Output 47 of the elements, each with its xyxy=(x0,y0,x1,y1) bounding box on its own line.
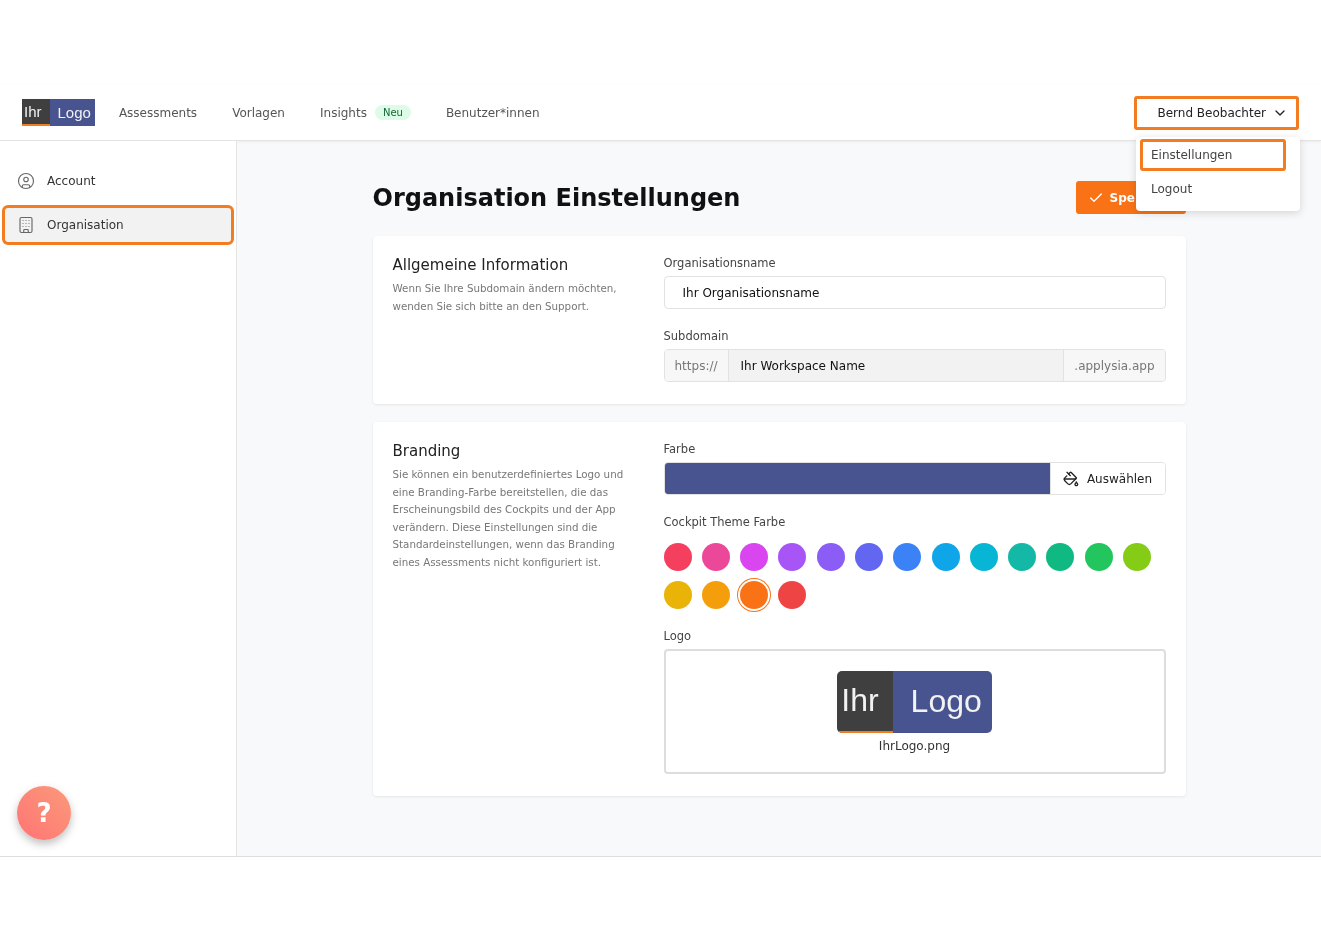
user-icon xyxy=(17,172,35,190)
nav-link[interactable]: Benutzer*innen xyxy=(445,105,540,120)
nav-link[interactable]: Assessments xyxy=(118,105,198,120)
section-description: Wenn Sie Ihre Subdomain ändern möchten, wenden Sie sich bitte an den Support. xyxy=(392,281,618,314)
color-option[interactable] xyxy=(969,543,998,571)
color-option[interactable] xyxy=(1123,543,1152,571)
color-option[interactable] xyxy=(778,543,807,571)
section-title: Branding xyxy=(392,442,462,460)
color-option[interactable] xyxy=(740,581,769,609)
user-menu-button[interactable]: Bernd Beobachter xyxy=(1134,95,1299,130)
input-field[interactable]: Ihr Organisationsname xyxy=(663,276,1166,309)
building-icon xyxy=(17,216,35,234)
logo-upload[interactable]: Ihr Logo IhrLogo.png xyxy=(663,649,1166,774)
color-option[interactable] xyxy=(1046,543,1075,571)
sidebar-item[interactable]: Organisation xyxy=(2,205,234,245)
section-title: Allgemeine Information xyxy=(392,256,570,274)
paint-icon xyxy=(1062,470,1079,487)
color-option[interactable] xyxy=(740,543,769,571)
field-label: Subdomain xyxy=(663,329,730,343)
menu-item[interactable]: Einstellungen xyxy=(1140,139,1286,171)
color-option[interactable] xyxy=(778,581,807,609)
nav-link[interactable]: Insights xyxy=(320,105,367,120)
logo: Ihr Logo xyxy=(22,99,95,126)
color-swatch[interactable] xyxy=(664,463,1050,494)
sidebar-item[interactable]: Account xyxy=(2,161,234,201)
color-option[interactable] xyxy=(931,543,960,571)
color-option[interactable] xyxy=(816,543,845,571)
color-option[interactable] xyxy=(663,581,692,609)
new-badge: Neu xyxy=(374,105,411,120)
field-label: Logo xyxy=(663,629,693,643)
color-option[interactable] xyxy=(663,543,692,571)
choose-button[interactable]: Auswählen xyxy=(1049,463,1165,494)
nav-link[interactable]: Vorlagen xyxy=(232,105,285,120)
color-option[interactable] xyxy=(1008,543,1037,571)
file-name: IhrLogo.png xyxy=(878,738,951,753)
color-option[interactable] xyxy=(1084,543,1113,571)
field-label: Organisationsname xyxy=(663,256,777,270)
logo-preview: Ihr Logo xyxy=(837,670,992,733)
page-title: Organisation Einstellungen xyxy=(372,183,741,212)
color-option[interactable] xyxy=(701,581,730,609)
color-option[interactable] xyxy=(893,543,922,571)
section-description: Sie können ein benutzerdefiniertes Logo und eine Branding-Farbe bereitstellen, die das Erscheinungsbild des Cockpits und der App verändern. Diese Einstellungen sind die Standardeinstellungen, wenn das Branding eines Assessments nicht konfiguriert ist. xyxy=(392,467,625,570)
input-field[interactable]: https:// Ihr Workspace Name .applysia.app xyxy=(663,349,1166,382)
field-label: Cockpit Theme Farbe xyxy=(663,515,787,529)
color-option[interactable] xyxy=(855,543,883,571)
color-option[interactable] xyxy=(701,543,730,571)
field-label: Farbe xyxy=(663,442,697,456)
